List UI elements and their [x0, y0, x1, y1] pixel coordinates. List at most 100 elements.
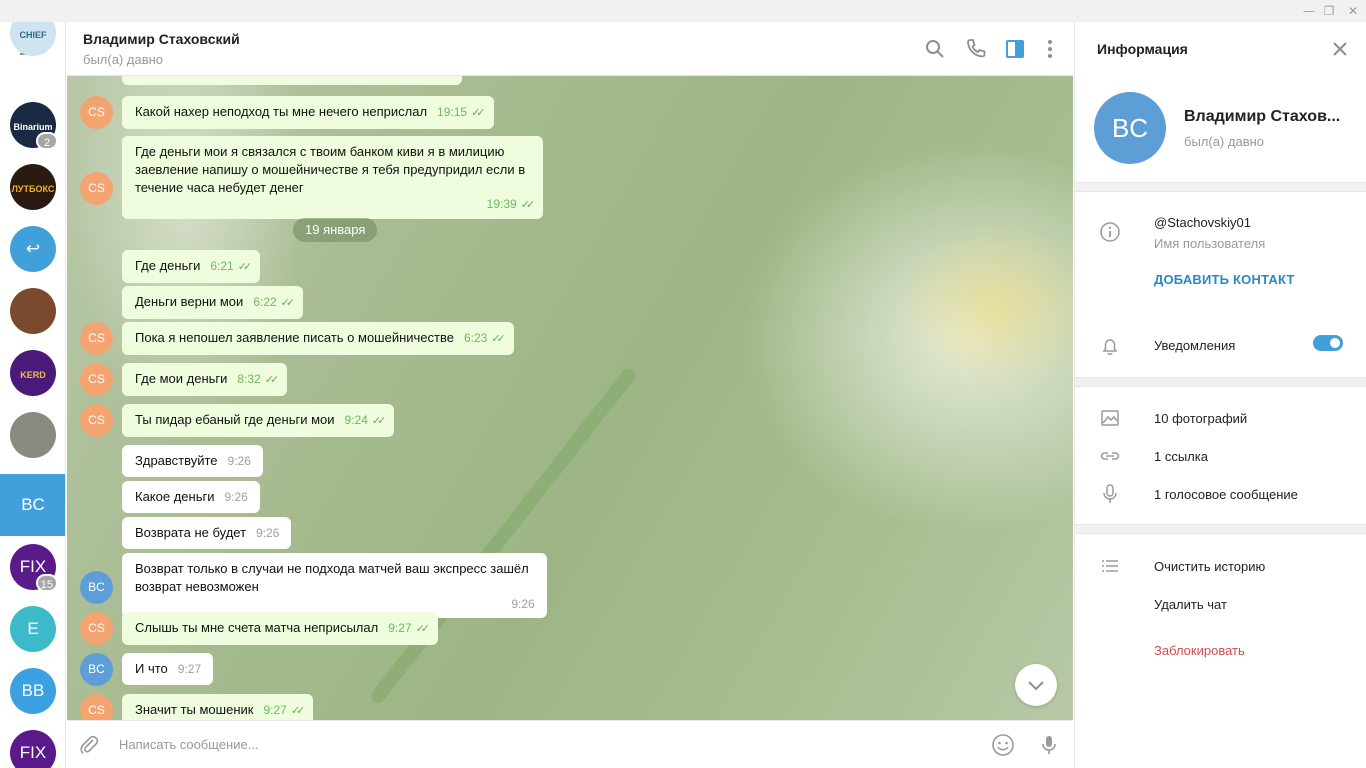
close-window-button[interactable]: ✕ — [1340, 0, 1366, 22]
unread-count-badge: 2 — [36, 132, 58, 150]
chat-avatar-reply[interactable]: ↩ — [10, 226, 56, 272]
message-text: Какой нахер неподход ты мне нечего непри… — [135, 104, 428, 119]
outgoing-message[interactable]: 19:14✓✓ — [122, 76, 462, 85]
message-time: 19:39 ✓✓ — [486, 195, 536, 214]
outgoing-message[interactable]: Где деньги 6:21 ✓✓ — [122, 250, 261, 283]
message-input[interactable]: Написать сообщение... — [119, 737, 259, 752]
message-text: Где деньги — [135, 258, 201, 273]
outgoing-message[interactable]: Слышь ты мне счета матча неприсылал 9:27 ✓… — [122, 612, 439, 645]
message-text: Ты пидар ебаный где деньги мои — [135, 412, 335, 427]
chat-avatar-label: FIX — [19, 743, 47, 762]
chat-avatar-label: E — [27, 619, 39, 638]
chat-avatar-expert[interactable] — [10, 412, 56, 458]
incoming-message[interactable]: Возврата не будет 9:26 — [122, 517, 292, 549]
sender-avatar[interactable]: CS — [80, 612, 113, 645]
message-text-line: возврат невозможен — [135, 579, 259, 594]
outgoing-message[interactable]: Значит ты мошеник 9:27 ✓✓ — [122, 694, 314, 720]
chat-avatar-lutboks[interactable]: ЛУТБОКС — [10, 164, 56, 210]
message-time-text: 19:39 — [486, 197, 517, 211]
scroll-to-bottom-button[interactable] — [1015, 664, 1057, 706]
chat-avatar-label: KERD — [20, 370, 46, 380]
date-divider: 19 января — [293, 218, 378, 242]
chevron-down-icon — [1028, 681, 1044, 691]
chat-avatar-label: ↩ — [25, 239, 41, 258]
chat-avatar-photo-1[interactable] — [10, 288, 56, 334]
profile-info-panel: Информация BC Владимир Стахов... был(а) … — [1074, 22, 1366, 768]
message-history[interactable]: 19:14✓✓ CS Какой нахер неподход ты мне неч… — [67, 76, 1073, 720]
message-time: 6:21 — [210, 259, 234, 273]
chat-status: был(а) давно — [83, 52, 164, 67]
profile-name: Владимир Стахов... — [1184, 108, 1341, 125]
profile-avatar[interactable]: BC — [1094, 92, 1166, 164]
notifications-label: Уведомления — [1154, 338, 1236, 353]
chat-avatar-bc[interactable]: BC — [10, 482, 56, 528]
message-time: 9:27 — [388, 621, 412, 635]
message-text-line: заевление напишу о мошейничестве я тебя … — [135, 162, 526, 177]
info-panel-title: Информация — [1097, 41, 1188, 57]
chat-avatar-label: BC — [21, 495, 45, 514]
chat-avatar-label: ЛУТБОКС — [11, 184, 55, 194]
shared-links-link[interactable]: 1 ссылка — [1154, 449, 1208, 464]
section-divider — [1075, 182, 1366, 192]
clear-history-button[interactable]: Очистить историю — [1154, 559, 1265, 574]
message-time: 9:26 — [511, 595, 534, 613]
message-time: 9:26 — [256, 526, 280, 540]
shared-voice-link[interactable]: 1 голосовое сообщение — [1154, 487, 1298, 502]
chat-avatar-kerd[interactable]: KERD — [10, 350, 56, 396]
outgoing-message[interactable]: Ты пидар ебаный где деньги мои 9:24 ✓✓ — [122, 404, 395, 437]
bell-icon — [1102, 339, 1118, 355]
chat-avatar-fix-2[interactable]: FIX — [10, 730, 56, 768]
read-receipt-icon: ✓✓ — [520, 199, 536, 211]
chat-avatar-e[interactable]: E — [10, 606, 56, 652]
emoji-icon[interactable] — [991, 733, 1015, 757]
add-contact-button[interactable]: ДОБАВИТЬ КОНТАКТ — [1154, 272, 1295, 287]
message-text-line: течение часа небудет денег — [135, 180, 304, 195]
section-divider — [1075, 377, 1366, 387]
sender-avatar[interactable]: CS — [80, 404, 113, 437]
notifications-toggle[interactable] — [1313, 335, 1343, 351]
delete-chat-button[interactable]: Удалить чат — [1154, 597, 1227, 612]
chat-avatar-fix-1[interactable]: FIX 15 — [10, 544, 58, 592]
message-text-line: Возврат только в случаи не подхода матче… — [135, 561, 529, 576]
message-text: Возврата не будет — [135, 525, 247, 540]
sender-avatar[interactable]: CS — [80, 694, 113, 720]
list-icon — [1102, 560, 1118, 572]
restore-button[interactable]: ❐ — [1316, 0, 1342, 22]
sender-avatar[interactable]: BC — [80, 571, 113, 604]
incoming-message[interactable]: И что 9:27 — [122, 653, 214, 685]
outgoing-message[interactable]: Пока я непошел заявление писать о мошейн… — [122, 322, 514, 355]
chat-avatar-chief[interactable]: CHIEF — [10, 22, 56, 56]
chat-avatar-binarium[interactable]: Binarium 2 — [10, 102, 58, 150]
message-text: Какое деньги — [135, 489, 215, 504]
profile-username[interactable]: @Stachovskiy01 — [1154, 215, 1251, 230]
chat-title[interactable]: Владимир Стаховский — [83, 31, 240, 47]
more-options-icon[interactable] — [1037, 36, 1063, 62]
shared-photos-link[interactable]: 10 фотографий — [1154, 411, 1247, 426]
sender-avatar[interactable]: CS — [80, 172, 113, 205]
message-time: 9:26 — [227, 454, 251, 468]
close-icon[interactable] — [1329, 38, 1351, 60]
incoming-message[interactable]: Здравствуйте 9:26 — [122, 445, 263, 477]
read-receipt-icon: ✓✓ — [371, 415, 387, 427]
outgoing-message[interactable]: Где мои деньги 8:32 ✓✓ — [122, 363, 288, 396]
sender-avatar[interactable]: CS — [80, 363, 113, 396]
sender-avatar[interactable]: CS — [80, 322, 113, 355]
chat-avatar-label: FIX — [19, 557, 47, 576]
incoming-message[interactable]: Какое деньги 9:26 — [122, 481, 260, 513]
phone-call-icon[interactable] — [963, 36, 989, 62]
attach-icon[interactable] — [77, 733, 101, 757]
microphone-icon[interactable] — [1037, 733, 1061, 757]
outgoing-message[interactable]: Какой нахер неподход ты мне нечего непри… — [122, 96, 494, 129]
read-receipt-icon: ✓✓ — [264, 374, 280, 386]
block-user-button[interactable]: Заблокировать — [1154, 643, 1245, 658]
incoming-message[interactable]: Возврат только в случаи не подхода матче… — [122, 553, 547, 618]
sender-avatar[interactable]: BC — [80, 653, 113, 686]
message-time: 19:15 — [437, 105, 468, 119]
chat-avatar-bb[interactable]: BB — [10, 668, 56, 714]
info-icon — [1100, 222, 1120, 242]
search-icon[interactable] — [922, 36, 948, 62]
sidebar-toggle-icon[interactable] — [1002, 36, 1028, 62]
outgoing-message[interactable]: Где деньги мои я связался с твоим банком… — [122, 136, 544, 219]
outgoing-message[interactable]: Деньги верни мои 6:22 ✓✓ — [122, 286, 304, 319]
sender-avatar[interactable]: CS — [80, 96, 113, 129]
